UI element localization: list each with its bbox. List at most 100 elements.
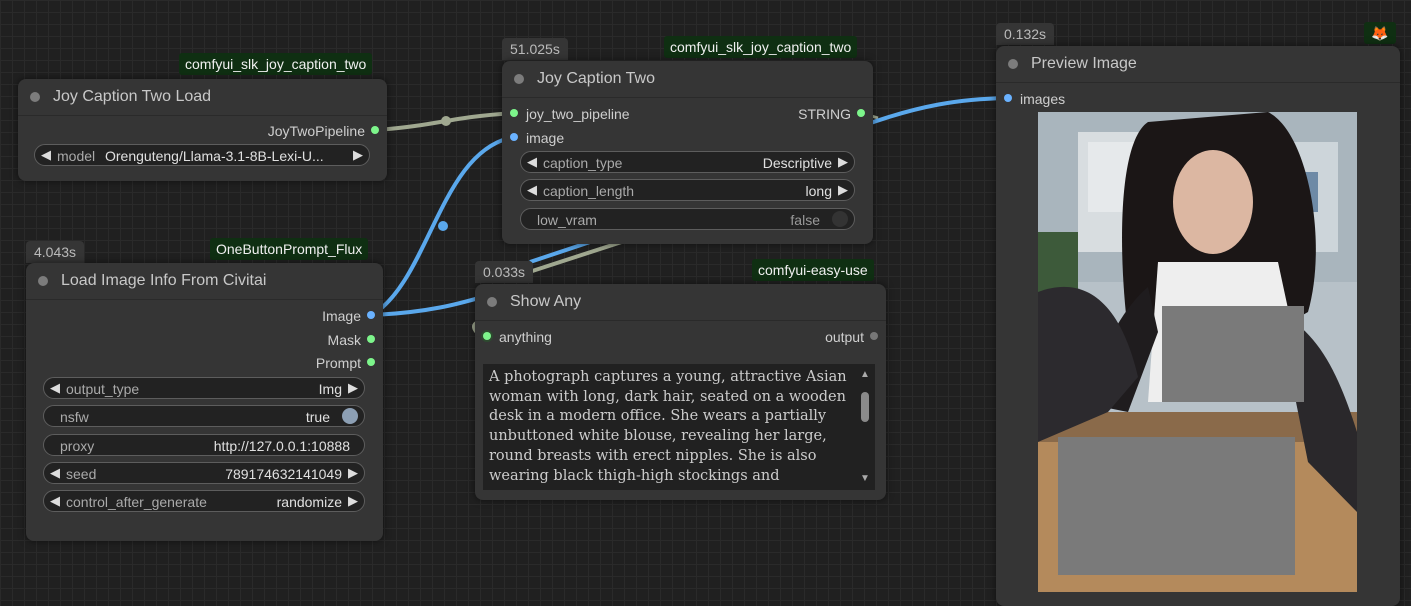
slot-label: STRING (798, 106, 851, 122)
output-image[interactable]: Image (322, 306, 375, 326)
exec-time-preview: 0.132s (996, 23, 1055, 45)
node-joy-caption-two[interactable]: Joy Caption Two joy_two_pipeline image S… (502, 61, 873, 244)
node-title[interactable]: Preview Image (996, 46, 1400, 83)
control-after-generate-combo[interactable]: ◀ control_after_generate randomize ▶ (43, 490, 365, 512)
link-to-preview (861, 96, 1008, 128)
scroll-down-icon[interactable]: ▼ (860, 474, 870, 484)
caption-length-combo[interactable]: ◀ caption_length long ▶ (520, 179, 855, 201)
collapse-dot-icon[interactable] (1008, 59, 1018, 69)
widget-label: output_type (66, 381, 140, 397)
slot-label: image (526, 130, 565, 146)
arrow-right-icon[interactable]: ▶ (838, 153, 848, 171)
arrow-left-icon[interactable]: ◀ (527, 153, 537, 171)
slot-dot-icon[interactable] (367, 311, 375, 319)
output-prompt[interactable]: Prompt (316, 353, 375, 373)
slot-label: Prompt (315, 355, 361, 371)
node-title-text: Joy Caption Two (537, 70, 655, 87)
output-string[interactable]: STRING (798, 104, 865, 124)
widget-label: control_after_generate (66, 494, 207, 510)
node-load-image-info-civitai[interactable]: Load Image Info From Civitai Image Mask … (26, 263, 383, 541)
widget-label: seed (66, 466, 97, 482)
arrow-left-icon[interactable]: ◀ (50, 464, 60, 482)
link-image-reroute (438, 221, 448, 231)
arrow-left-icon[interactable]: ◀ (41, 146, 51, 164)
slot-dot-icon[interactable] (371, 126, 379, 134)
input-anything[interactable]: anything (483, 327, 552, 347)
node-joy-caption-two-load[interactable]: Joy Caption Two Load JoyTwoPipeline ◀ mo… (18, 79, 387, 181)
arrow-right-icon[interactable]: ▶ (353, 146, 363, 164)
slot-label: joy_two_pipeline (526, 106, 630, 122)
node-title[interactable]: Joy Caption Two Load (18, 79, 387, 116)
toggle-on-icon[interactable] (342, 408, 358, 424)
arrow-right-icon[interactable]: ▶ (348, 379, 358, 397)
exec-time-show-any: 0.033s (475, 261, 534, 283)
input-image[interactable]: image (510, 128, 564, 148)
output-mask[interactable]: Mask (328, 330, 375, 350)
node-title[interactable]: Show Any (475, 284, 886, 321)
widget-label: model (57, 148, 96, 164)
widget-value: false (790, 212, 820, 228)
widget-value: randomize (276, 494, 342, 510)
widget-label: nsfw (60, 409, 89, 425)
slot-dot-icon[interactable] (367, 335, 375, 343)
proxy-field[interactable]: proxy http://127.0.0.1:10888 (43, 434, 365, 456)
arrow-right-icon[interactable]: ▶ (348, 464, 358, 482)
exec-time-civitai: 4.043s (26, 241, 85, 263)
pack-tag-joy-load: comfyui_slk_joy_caption_two (179, 53, 373, 75)
node-title-text: Load Image Info From Civitai (61, 272, 267, 289)
arrow-left-icon[interactable]: ◀ (50, 492, 60, 510)
slot-label: anything (499, 329, 552, 345)
node-preview-image[interactable]: Preview Image images (996, 46, 1400, 606)
scrollbar[interactable]: ▲ ▼ (858, 370, 872, 486)
node-show-any[interactable]: Show Any anything output A photograph ca… (475, 284, 886, 500)
slot-dot-icon[interactable] (367, 358, 375, 366)
model-combo[interactable]: ◀ model Orenguteng/Llama-3.1-8B-Lexi-U..… (34, 144, 370, 166)
input-joy-two-pipeline[interactable]: joy_two_pipeline (510, 104, 630, 124)
low-vram-toggle[interactable]: low_vram false (520, 208, 855, 230)
output-output[interactable]: output (825, 327, 878, 347)
node-title[interactable]: Joy Caption Two (502, 61, 873, 98)
collapse-dot-icon[interactable] (487, 297, 497, 307)
output-type-combo[interactable]: ◀ output_type Img ▶ (43, 377, 365, 399)
slot-dot-icon[interactable] (510, 109, 518, 117)
slot-dot-icon[interactable] (510, 133, 518, 141)
slot-dot-icon[interactable] (1004, 94, 1012, 102)
widget-label: caption_length (543, 183, 635, 199)
scroll-up-icon[interactable]: ▲ (860, 370, 870, 380)
widget-label: proxy (60, 438, 95, 454)
widget-value: true (305, 409, 330, 425)
output-joy-two-pipeline[interactable]: JoyTwoPipeline (268, 121, 379, 141)
exec-time-joy-two: 51.025s (502, 38, 568, 60)
collapse-dot-icon[interactable] (38, 276, 48, 286)
slot-dot-icon[interactable] (870, 332, 878, 340)
seed-number[interactable]: ◀ seed 789174632141049 ▶ (43, 462, 365, 484)
collapse-dot-icon[interactable] (30, 92, 40, 102)
node-title[interactable]: Load Image Info From Civitai (26, 263, 383, 300)
link-pipeline-reroute (441, 116, 451, 126)
show-any-text[interactable]: A photograph captures a young, attractiv… (483, 364, 875, 490)
collapse-dot-icon[interactable] (514, 74, 524, 84)
input-images[interactable]: images (1004, 89, 1065, 109)
arrow-left-icon[interactable]: ◀ (527, 181, 537, 199)
fox-badge-icon: 🦊 (1364, 22, 1396, 44)
node-title-text: Show Any (510, 293, 582, 310)
slot-label: JoyTwoPipeline (267, 123, 365, 139)
slot-label: Image (322, 308, 361, 324)
slot-label: output (825, 329, 864, 345)
nsfw-toggle[interactable]: nsfw true (43, 405, 365, 427)
arrow-right-icon[interactable]: ▶ (348, 492, 358, 510)
slot-label: Mask (327, 332, 361, 348)
slot-dot-icon[interactable] (857, 109, 865, 117)
widget-value: http://127.0.0.1:10888 (213, 438, 350, 454)
toggle-off-icon[interactable] (832, 211, 848, 227)
widget-label: low_vram (537, 212, 597, 228)
preview-image[interactable] (1038, 112, 1357, 592)
node-title-text: Preview Image (1031, 55, 1137, 72)
caption-type-combo[interactable]: ◀ caption_type Descriptive ▶ (520, 151, 855, 173)
arrow-right-icon[interactable]: ▶ (838, 181, 848, 199)
scroll-thumb[interactable] (861, 392, 869, 422)
pack-tag-civitai: OneButtonPrompt_Flux (210, 238, 369, 260)
pack-tag-show-any: comfyui-easy-use (752, 259, 874, 281)
slot-dot-icon[interactable] (483, 332, 491, 340)
arrow-left-icon[interactable]: ◀ (50, 379, 60, 397)
